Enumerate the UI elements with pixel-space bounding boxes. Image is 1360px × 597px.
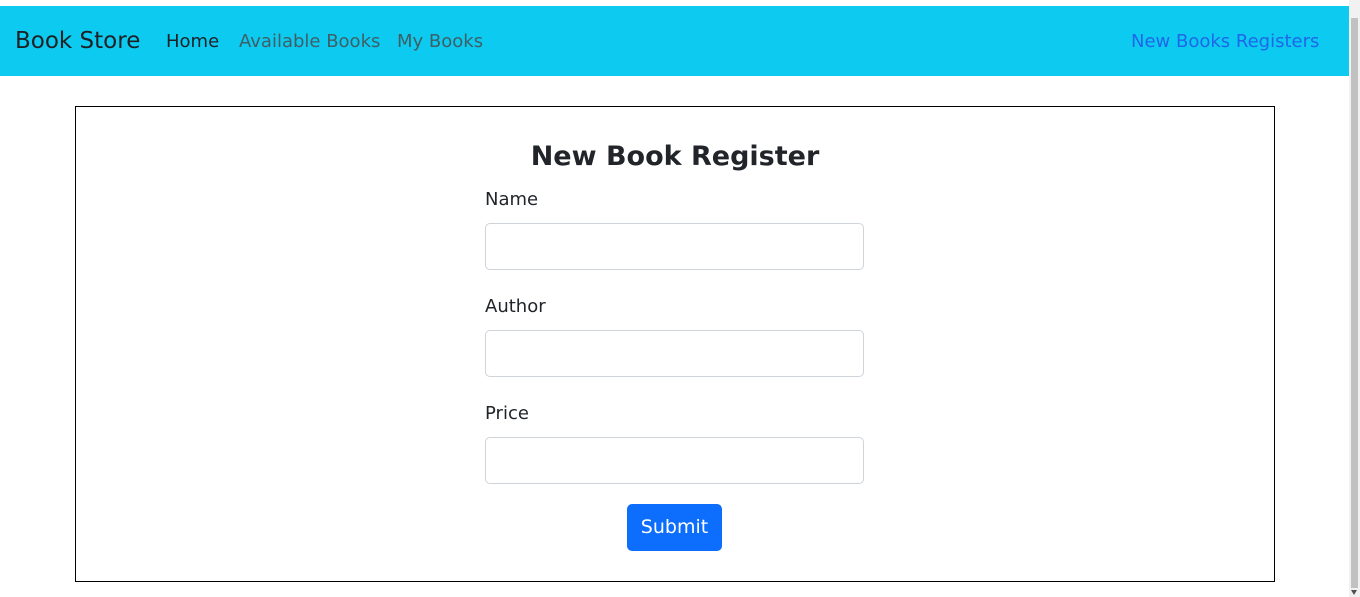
page: Book Store Home Available Books My Books… [0,0,1360,597]
brand-link[interactable]: Book Store [15,26,140,56]
author-label: Author [485,296,546,317]
price-input[interactable] [485,437,864,484]
vertical-scrollbar[interactable] [1349,0,1360,597]
nav-link-new-books-registers[interactable]: New Books Registers [1131,30,1319,54]
price-label: Price [485,403,529,424]
nav-link-home[interactable]: Home [166,30,219,54]
name-label: Name [485,189,539,210]
name-input[interactable] [485,223,864,270]
page-title: New Book Register [530,141,820,172]
register-form-panel: New Book Register Name Author Price Subm… [75,106,1275,582]
nav-link-available-books[interactable]: Available Books [239,30,380,54]
submit-button[interactable]: Submit [627,504,722,551]
scrollbar-thumb[interactable] [1351,18,1358,588]
nav-link-my-books[interactable]: My Books [397,30,483,54]
author-input[interactable] [485,330,864,377]
scroll-down-arrow-icon[interactable] [1351,590,1357,595]
navbar: Book Store Home Available Books My Books… [0,6,1349,76]
